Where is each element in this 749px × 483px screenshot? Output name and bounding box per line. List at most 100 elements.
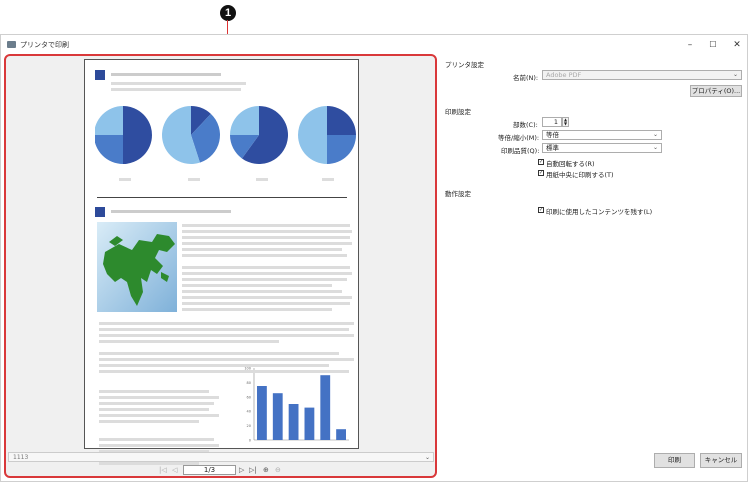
y-tick-label: 20 [247, 424, 251, 428]
scale-select[interactable]: 等倍 ⌄ [542, 130, 662, 140]
y-tick-label: 80 [247, 381, 251, 385]
bar [288, 404, 299, 440]
last-page-button[interactable]: ▷| [249, 464, 257, 476]
printer-name-value: Adobe PDF [546, 71, 582, 79]
bar [257, 386, 267, 440]
properties-button[interactable]: プロパティ(O)... [690, 85, 742, 97]
printer-name-select[interactable]: Adobe PDF ⌄ [542, 70, 742, 80]
text-line [182, 248, 342, 251]
quality-value: 標準 [546, 144, 559, 152]
text-line [182, 284, 332, 287]
text-line [111, 82, 246, 85]
preview-page: 0 20 40 60 80 100 [84, 59, 359, 465]
bar [304, 407, 315, 440]
bar [336, 429, 346, 440]
text-line [182, 278, 347, 281]
zoom-in-icon[interactable]: ⊕ [263, 464, 269, 476]
next-page-button[interactable]: ▷ [239, 464, 244, 476]
zoom-out-icon[interactable]: ⊖ [275, 464, 281, 476]
close-button[interactable]: ✕ [727, 38, 747, 52]
text-line [111, 88, 241, 91]
text-line [99, 370, 349, 373]
heading-marker [95, 207, 105, 217]
text-line [182, 308, 332, 311]
first-page-button[interactable]: |◁ [159, 464, 167, 476]
copies-value: 1 [553, 118, 558, 126]
pie-slice [95, 135, 123, 164]
quality-label: 印刷品質(Q): [501, 147, 540, 155]
text-line [182, 254, 347, 257]
cancel-button[interactable]: キャンセル [700, 453, 742, 468]
heading-text-line [111, 210, 231, 213]
prev-page-button[interactable]: ◁ [172, 464, 177, 476]
printer-settings-heading: プリンタ設定 [445, 61, 484, 69]
text-line [182, 236, 350, 239]
text-line [99, 334, 354, 337]
text-line [99, 444, 219, 447]
action-settings-heading: 動作設定 [445, 190, 471, 198]
y-tick-label: 60 [247, 395, 251, 399]
center-on-paper-checkbox[interactable]: ✓ [538, 170, 544, 176]
text-line [99, 420, 199, 423]
quality-select[interactable]: 標準 ⌄ [542, 143, 662, 153]
keep-content-checkbox[interactable]: ✓ [538, 207, 544, 213]
print-settings-heading: 印刷設定 [445, 108, 471, 116]
pie-slice [95, 106, 123, 135]
pie-label [322, 178, 334, 181]
document-select[interactable]: 1113 ⌄ [8, 452, 434, 462]
pie-slice [123, 106, 152, 164]
page-divider [97, 197, 347, 198]
pie-slice [327, 135, 356, 164]
keep-content-label: 印刷に使用したコンテンツを残す(L) [546, 208, 653, 216]
chevron-down-icon: ⌄ [652, 131, 658, 138]
pie-label [256, 178, 268, 181]
text-line [99, 322, 354, 325]
text-line [182, 230, 352, 233]
mini-bar-chart: 020406080100 [244, 367, 349, 443]
text-line [99, 340, 279, 343]
title-bar: プリンタで印刷 – ☐ ✕ [1, 35, 747, 55]
text-line [182, 266, 350, 269]
bar [272, 393, 283, 440]
text-line [182, 272, 352, 275]
chevron-down-icon: ⌄ [652, 144, 658, 151]
minimize-button[interactable]: – [680, 38, 700, 52]
scale-label: 等倍/縮小(M): [498, 134, 540, 142]
pie-charts [95, 106, 356, 164]
scale-value: 等倍 [546, 131, 559, 139]
auto-rotate-label: 自動回転する(R) [546, 160, 595, 168]
bar [320, 375, 331, 440]
text-line [99, 358, 354, 361]
text-line [99, 390, 209, 393]
printer-icon [7, 41, 16, 48]
text-line [182, 242, 352, 245]
callout-number: 1 [220, 5, 236, 21]
copies-input[interactable]: 1 [542, 117, 562, 127]
text-line [99, 352, 339, 355]
copies-spinner[interactable]: ▲ ▼ [562, 117, 569, 127]
document-select-value: 1113 [13, 454, 29, 461]
text-line [182, 290, 342, 293]
y-tick-label: 0 [249, 439, 251, 443]
print-button[interactable]: 印刷 [654, 453, 695, 468]
pie-slice [230, 106, 259, 135]
heading-text-line [111, 73, 221, 76]
copies-label: 部数(C): [513, 121, 538, 129]
text-line [182, 296, 352, 299]
heading-marker [95, 70, 105, 80]
auto-rotate-checkbox[interactable]: ✓ [538, 159, 544, 165]
text-line [99, 396, 219, 399]
text-line [99, 364, 329, 367]
center-on-paper-label: 用紙中央に印刷する(T) [546, 171, 614, 179]
maximize-button[interactable]: ☐ [703, 38, 723, 52]
text-line [182, 224, 350, 227]
pie-slice [327, 106, 356, 135]
chevron-down-icon: ⌄ [424, 454, 430, 461]
print-preview-pane: 0 20 40 60 80 100 1113 ⌄ |◁ ◁ 1/3 ▷ ▷| ⊕ ⊖ [4, 54, 437, 478]
text-line [99, 328, 349, 331]
page-number-field[interactable]: 1/3 [183, 465, 236, 475]
pie-slice [298, 106, 327, 164]
text-line [99, 402, 214, 405]
pie-label [119, 178, 131, 181]
page-navigation: |◁ ◁ 1/3 ▷ ▷| ⊕ ⊖ [6, 464, 435, 476]
